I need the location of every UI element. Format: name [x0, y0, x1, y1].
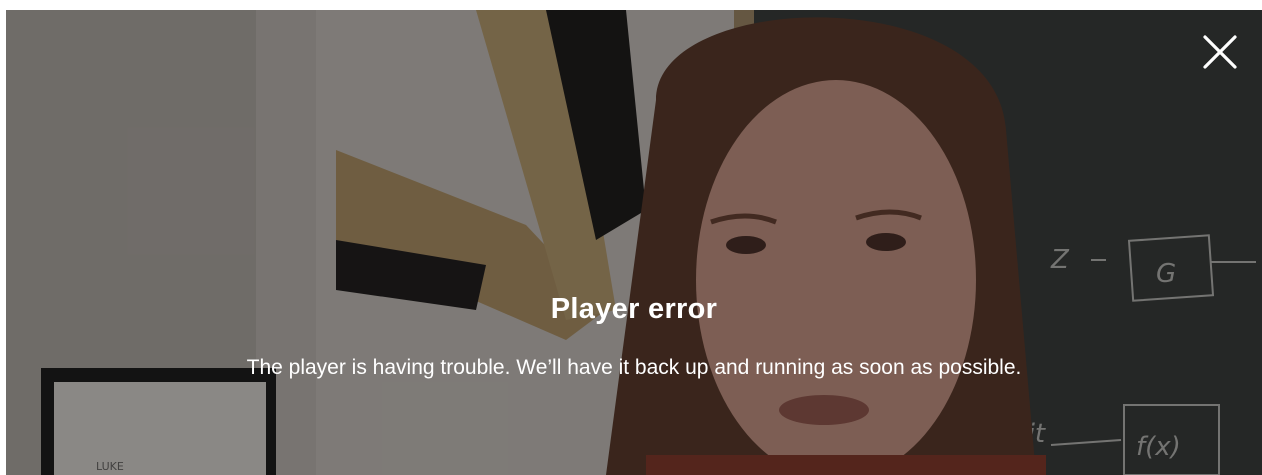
error-message: The player is having trouble. We’ll have… [246, 355, 1022, 379]
close-button[interactable] [1198, 30, 1242, 74]
error-overlay [6, 10, 1262, 475]
error-panel: Player error The player is having troubl… [6, 292, 1262, 387]
video-player[interactable]: Z G init f(x) LUKE Player error The play… [6, 10, 1262, 475]
error-title: Player error [550, 293, 718, 325]
close-icon [1203, 35, 1237, 69]
